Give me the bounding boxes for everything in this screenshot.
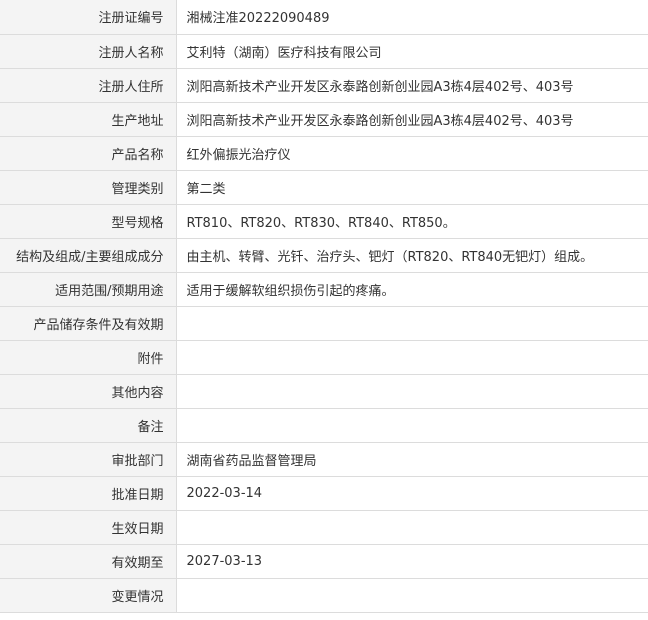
- row-label: 产品名称: [0, 136, 177, 171]
- table-row: 注册人名称 艾利特（湖南）医疗科技有限公司: [0, 34, 648, 69]
- registration-detail-table: 注册证编号 湘械注准20222090489 注册人名称 艾利特（湖南）医疗科技有…: [0, 0, 648, 613]
- table-row: 批准日期 2022-03-14: [0, 476, 648, 511]
- row-value: 第二类: [176, 170, 648, 205]
- table-row: 其他内容: [0, 374, 648, 409]
- row-value: 艾利特（湖南）医疗科技有限公司: [176, 34, 648, 69]
- row-value: 2022-03-14: [176, 476, 648, 511]
- row-label: 注册人住所: [0, 68, 177, 103]
- row-value: [176, 306, 648, 341]
- table-row: 注册证编号 湘械注准20222090489: [0, 0, 648, 35]
- table-row: 生效日期: [0, 510, 648, 545]
- row-value: 浏阳高新技术产业开发区永泰路创新创业园A3栋4层402号、403号: [176, 102, 648, 137]
- row-label: 备注: [0, 408, 177, 443]
- table-row: 管理类别 第二类: [0, 170, 648, 205]
- row-label: 审批部门: [0, 442, 177, 477]
- row-value: 湖南省药品监督管理局: [176, 442, 648, 477]
- table-row: 结构及组成/主要组成成分 由主机、转臂、光钎、治疗头、钯灯（RT820、RT84…: [0, 238, 648, 273]
- row-value: [176, 408, 648, 443]
- table-row: 生产地址 浏阳高新技术产业开发区永泰路创新创业园A3栋4层402号、403号: [0, 102, 648, 137]
- row-value: 适用于缓解软组织损伤引起的疼痛。: [176, 272, 648, 307]
- row-label: 生效日期: [0, 510, 177, 545]
- row-label: 其他内容: [0, 374, 177, 409]
- table-row: 附件: [0, 340, 648, 375]
- row-value: [176, 510, 648, 545]
- row-value: RT810、RT820、RT830、RT840、RT850。: [176, 204, 648, 239]
- table-row: 变更情况: [0, 578, 648, 613]
- row-label: 产品储存条件及有效期: [0, 306, 177, 341]
- row-label: 注册证编号: [0, 0, 177, 35]
- row-value: [176, 374, 648, 409]
- table-row: 适用范围/预期用途 适用于缓解软组织损伤引起的疼痛。: [0, 272, 648, 307]
- row-label: 管理类别: [0, 170, 177, 205]
- row-value: 由主机、转臂、光钎、治疗头、钯灯（RT820、RT840无钯灯）组成。: [176, 238, 648, 273]
- table-row: 审批部门 湖南省药品监督管理局: [0, 442, 648, 477]
- row-label: 有效期至: [0, 544, 177, 579]
- row-value: [176, 340, 648, 375]
- row-label: 注册人名称: [0, 34, 177, 69]
- row-label: 附件: [0, 340, 177, 375]
- row-label: 结构及组成/主要组成成分: [0, 238, 177, 273]
- table-row: 备注: [0, 408, 648, 443]
- table-row: 产品储存条件及有效期: [0, 306, 648, 341]
- row-value: 浏阳高新技术产业开发区永泰路创新创业园A3栋4层402号、403号: [176, 68, 648, 103]
- row-label: 变更情况: [0, 578, 177, 613]
- row-value: 2027-03-13: [176, 544, 648, 579]
- row-label: 型号规格: [0, 204, 177, 239]
- table-row: 有效期至 2027-03-13: [0, 544, 648, 579]
- row-value: 红外偏振光治疗仪: [176, 136, 648, 171]
- table-row: 产品名称 红外偏振光治疗仪: [0, 136, 648, 171]
- row-label: 适用范围/预期用途: [0, 272, 177, 307]
- row-value: 湘械注准20222090489: [176, 0, 648, 35]
- row-label: 生产地址: [0, 102, 177, 137]
- table-row: 型号规格 RT810、RT820、RT830、RT840、RT850。: [0, 204, 648, 239]
- row-label: 批准日期: [0, 476, 177, 511]
- table-row: 注册人住所 浏阳高新技术产业开发区永泰路创新创业园A3栋4层402号、403号: [0, 68, 648, 103]
- row-value: [176, 578, 648, 613]
